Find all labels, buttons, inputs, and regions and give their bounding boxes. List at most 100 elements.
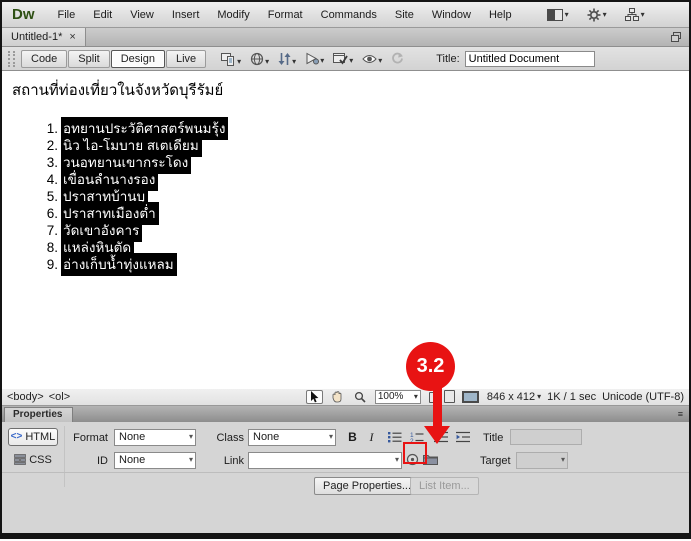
menu-item[interactable]: File [49, 5, 85, 25]
css-mode-button[interactable]: CSS [8, 451, 58, 469]
window-size-select[interactable]: 846 x 412 ▾ [487, 391, 541, 403]
properties-tab[interactable]: Properties [4, 406, 74, 422]
site-setup-icon[interactable]: ▾ [624, 8, 645, 21]
preview-in-browser-icon[interactable]: ▾ [250, 52, 269, 66]
callout-highlight-box [403, 442, 427, 464]
list-item-selected-text[interactable]: อ่างเก็บน้ำทุ่งแหลม [61, 253, 177, 276]
format-label: Format [73, 431, 108, 444]
multiscreen-preview-icon[interactable]: ▾ [221, 52, 241, 66]
list-item-number: 6. [46, 206, 58, 221]
list-item: 6. ปราสาทเมืองต่ำ [22, 202, 679, 225]
tab-bar-spacer [86, 28, 663, 46]
live-view-button[interactable]: Live [165, 49, 207, 68]
tab-close-icon[interactable]: × [69, 31, 75, 43]
visual-aids-icon[interactable]: ▾ [362, 53, 382, 65]
chevron-down-icon: ▾ [378, 55, 383, 65]
id-label: ID [97, 454, 108, 467]
callout-step-label: 3.2 [416, 355, 445, 377]
menu-item[interactable]: View [121, 5, 163, 25]
menu-item[interactable]: Format [259, 5, 312, 25]
hand-tool-icon[interactable] [329, 390, 346, 404]
list-item-number: 3. [46, 155, 58, 170]
tag-selector: <body> <ol> [7, 391, 70, 403]
page-properties-button[interactable]: Page Properties... [314, 476, 421, 495]
split-view-button[interactable]: Split [68, 49, 110, 68]
callout-arrow-head [424, 426, 450, 444]
id-select[interactable]: None ▾ [114, 451, 196, 469]
restore-window-icon[interactable] [663, 28, 689, 46]
menu-item[interactable]: Insert [163, 5, 209, 25]
list-item-number: 4. [46, 172, 58, 187]
window-size-value: 846 x 412 [486, 390, 536, 403]
chevron-down-icon: ▾ [188, 455, 193, 464]
file-management-icon[interactable]: ▾ [278, 52, 296, 66]
bold-button[interactable]: B [344, 429, 361, 446]
css-grid-icon [14, 454, 27, 465]
chevron-down-icon: ▾ [640, 9, 645, 19]
chevron-down-icon: ▾ [413, 391, 418, 401]
format-select[interactable]: None ▾ [114, 428, 196, 446]
italic-button[interactable]: I [363, 429, 380, 446]
class-select[interactable]: None ▾ [248, 428, 336, 446]
menu-item[interactable]: Help [480, 5, 521, 25]
list-item: 5. ปราสาทบ้านบุ [22, 185, 679, 208]
menu-item[interactable]: Site [386, 5, 423, 25]
link-label: Link [223, 454, 244, 467]
link-combo[interactable]: ▾ [248, 451, 402, 469]
w3c-validation-icon[interactable]: ▾ [305, 52, 324, 65]
chevron-down-icon: ▾ [265, 56, 270, 66]
target-label: Target [480, 454, 511, 467]
ordered-list: 1. อุทยานประวัติศาสตร์พนมรุ้ง 2. นิว ไอ-… [22, 117, 679, 276]
list-item-number: 7. [46, 223, 58, 238]
check-browser-compatibility-icon[interactable]: ▾ [333, 52, 353, 65]
menu-item[interactable]: Window [423, 5, 480, 25]
unordered-list-button[interactable] [386, 429, 403, 446]
title-label: Title: [436, 52, 460, 65]
dreamweaver-logo: Dw [12, 6, 35, 23]
document-tab[interactable]: Untitled-1* × [2, 28, 86, 46]
chevron-down-icon: ▾ [188, 432, 193, 441]
gear-icon[interactable]: ▾ [587, 8, 607, 22]
indent-button[interactable] [454, 429, 471, 446]
panel-menu-icon[interactable]: ≡ [678, 409, 689, 422]
properties-panel-tab-bar: Properties ≡ [2, 405, 689, 422]
class-label: Class [216, 431, 244, 444]
dreamweaver-window: Dw File Edit View Insert Modify Format Command… [0, 0, 691, 539]
html-mode-button[interactable]: <> HTML [8, 427, 58, 446]
menu-item[interactable]: Modify [208, 5, 258, 25]
tag-ol[interactable]: <ol> [49, 391, 70, 403]
toolbar-grip[interactable] [8, 50, 15, 67]
refresh-icon[interactable] [391, 52, 404, 65]
list-item-number: 1. [46, 121, 58, 136]
panel-horizontal-divider [2, 471, 689, 473]
list-item-number: 8. [46, 240, 58, 255]
select-tool-icon[interactable] [305, 389, 323, 404]
list-item-number: 9. [46, 257, 58, 272]
css-mode-label: CSS [29, 453, 52, 466]
zoom-level-select[interactable]: 100% ▾ [374, 389, 421, 404]
design-view-canvas[interactable]: สถานที่ท่องเที่ยวในจังหวัดบุรีรัมย์ 1. อ… [2, 71, 689, 389]
workspace-layout-icon[interactable]: ▾ [546, 8, 569, 21]
document-title-input[interactable] [464, 50, 595, 67]
id-value: None [119, 454, 146, 466]
callout-step-badge: 3.2 [406, 342, 455, 391]
document-tab-title: Untitled-1* [11, 31, 63, 43]
tablet-size-icon[interactable] [443, 390, 455, 403]
properties-panel: <> HTML CSS Format None ▾ Class None ▾ B… [2, 421, 689, 533]
chevron-down-icon: ▾ [564, 9, 569, 19]
zoom-tool-icon[interactable] [352, 390, 369, 404]
tag-body[interactable]: <body> [7, 391, 44, 403]
chevron-down-icon: ▾ [292, 56, 297, 66]
document-heading-text: สถานที่ท่องเที่ยวในจังหวัดบุรีรัมย์ [12, 82, 224, 99]
menu-item[interactable]: Edit [84, 5, 121, 25]
code-view-button[interactable]: Code [21, 49, 68, 68]
list-item: 2. นิว ไอ-โมบาย สเตเดียม [22, 134, 679, 157]
desktop-size-icon[interactable] [461, 391, 479, 403]
menu-item[interactable]: Commands [312, 5, 386, 25]
status-bar: <body> <ol> 100% ▾ 846 x 412 ▾ 1K / 1 se… [2, 388, 689, 406]
format-value: None [119, 431, 146, 443]
chevron-down-icon: ▾ [394, 455, 399, 464]
document-toolbar: Code Split Design Live ▾ ▾ ▾ ▾ ▾ ▾ Title… [2, 47, 689, 71]
design-view-button[interactable]: Design [110, 49, 165, 68]
zoom-level-value: 100% [377, 391, 404, 402]
